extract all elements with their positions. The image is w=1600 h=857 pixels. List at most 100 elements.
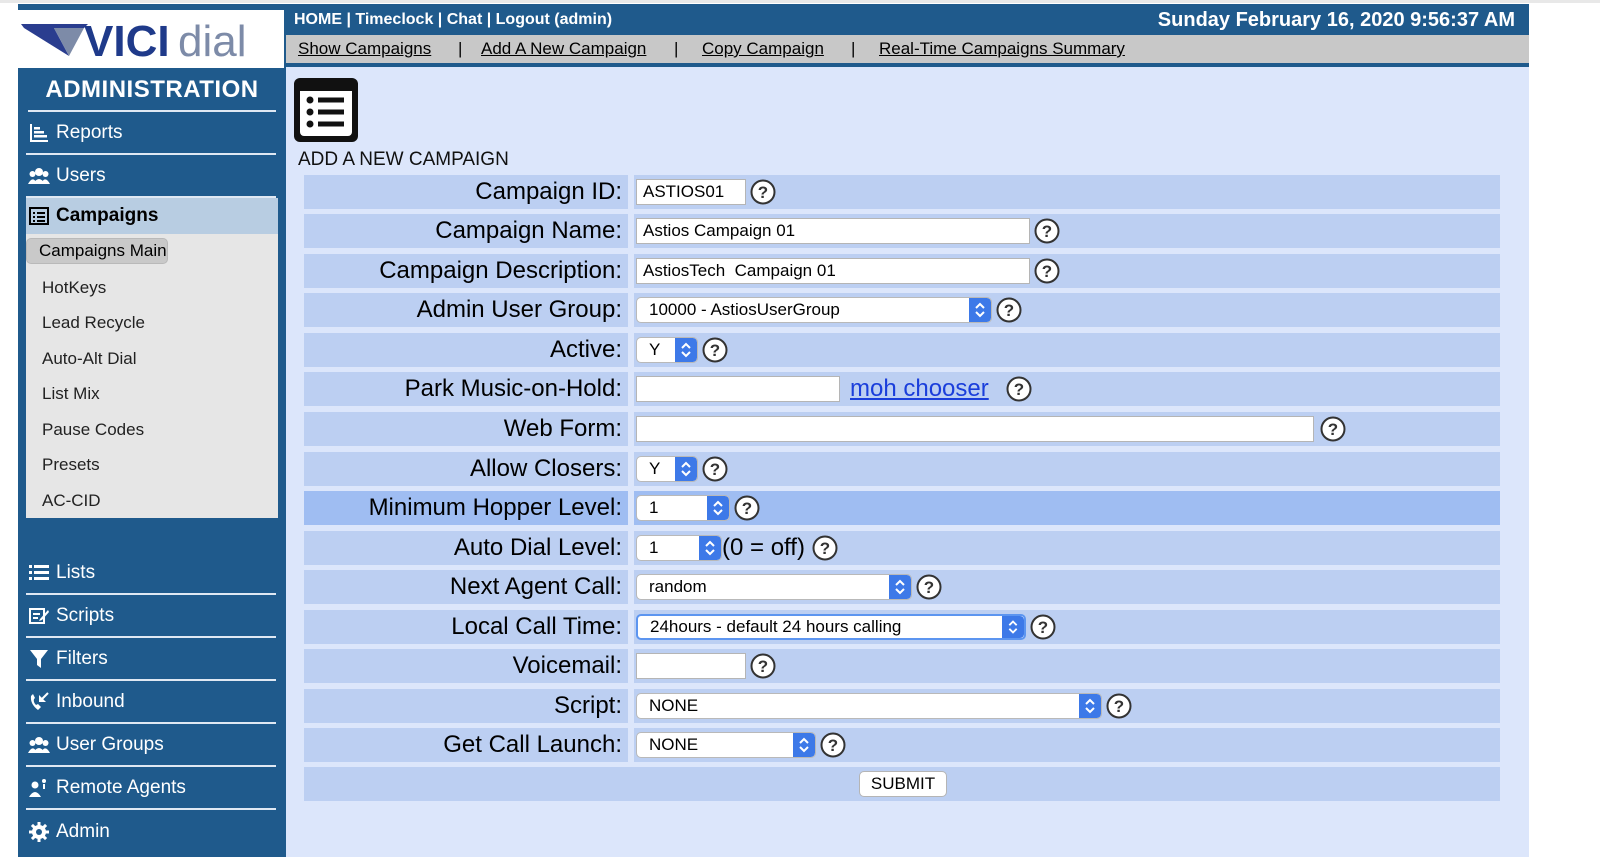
- admin-user-group-row: Admin User Group: 10000 - AstiosUserGrou…: [304, 293, 1500, 327]
- top-bar: HOME | Timeclock | Chat | Logout (admin)…: [286, 4, 1529, 35]
- min-hopper-row: Minimum Hopper Level: 1 ?: [304, 491, 1500, 525]
- submenu-item-auto-alt-dial[interactable]: Auto-Alt Dial: [26, 341, 278, 377]
- submit-button[interactable]: SUBMIT: [859, 771, 947, 797]
- help-icon[interactable]: ?: [1006, 376, 1032, 402]
- help-icon[interactable]: ?: [1320, 416, 1346, 442]
- submenu-item-list-mix[interactable]: List Mix: [26, 376, 278, 412]
- sidebar-item-label: Scripts: [56, 604, 115, 626]
- timeclock-link[interactable]: Timeclock: [355, 11, 433, 28]
- realtime-summary-link[interactable]: Real-Time Campaigns Summary: [879, 39, 1125, 59]
- allow-closers-value: Y: [649, 459, 661, 478]
- sidebar-item-users[interactable]: Users: [26, 155, 276, 198]
- sidebar-item-filters[interactable]: Filters: [26, 638, 276, 681]
- separator: |: [458, 39, 463, 58]
- svg-text:?: ?: [742, 499, 752, 518]
- sidebar-item-campaigns[interactable]: Campaigns: [26, 198, 278, 234]
- submenu-item-pause-codes[interactable]: Pause Codes: [26, 412, 278, 448]
- help-icon[interactable]: ?: [1034, 218, 1060, 244]
- svg-text:?: ?: [1004, 301, 1014, 320]
- svg-text:VICI: VICI: [84, 17, 170, 66]
- help-icon[interactable]: ?: [820, 732, 846, 758]
- script-select[interactable]: NONE: [636, 693, 1102, 719]
- help-icon[interactable]: ?: [916, 574, 942, 600]
- list-box-icon: [28, 205, 50, 227]
- min-hopper-select[interactable]: 1: [636, 495, 730, 521]
- svg-text:?: ?: [924, 578, 934, 597]
- moh-chooser-link[interactable]: moh chooser: [850, 372, 989, 406]
- next-agent-call-value: random: [649, 577, 707, 596]
- help-icon[interactable]: ?: [1030, 614, 1056, 640]
- local-call-time-select[interactable]: 24hours - default 24 hours calling: [636, 614, 1026, 640]
- submenu-item-presets[interactable]: Presets: [26, 447, 278, 483]
- copy-campaign-link[interactable]: Copy Campaign: [702, 39, 824, 59]
- svg-text:?: ?: [710, 341, 720, 360]
- logout-link[interactable]: Logout (admin): [496, 11, 612, 28]
- separator: |: [433, 11, 447, 28]
- vicidial-logo[interactable]: VICI dial: [18, 10, 284, 68]
- admin-user-group-select[interactable]: 10000 - AstiosUserGroup: [636, 297, 992, 323]
- separator: |: [342, 11, 356, 28]
- sidebar-item-label: Remote Agents: [56, 776, 186, 798]
- submenu-item-lead-recycle[interactable]: Lead Recycle: [26, 305, 278, 341]
- sidebar-item-reports[interactable]: Reports: [26, 112, 276, 155]
- chevron-updown-icon: [793, 733, 815, 757]
- campaign-description-input[interactable]: [636, 258, 1030, 284]
- park-moh-input[interactable]: [636, 376, 840, 402]
- sidebar-item-user-groups[interactable]: User Groups: [26, 724, 276, 767]
- submenu-item-ac-cid[interactable]: AC-CID: [26, 483, 278, 519]
- local-call-time-row: Local Call Time: 24hours - default 24 ho…: [304, 610, 1500, 644]
- active-row: Active: Y ?: [304, 333, 1500, 367]
- sidebar-item-remote-agents[interactable]: Remote Agents: [26, 767, 276, 810]
- svg-text:dial: dial: [178, 17, 247, 66]
- chat-link[interactable]: Chat: [447, 11, 483, 28]
- auto-dial-select[interactable]: 1: [636, 535, 722, 561]
- allow-closers-select[interactable]: Y: [636, 456, 698, 482]
- next-agent-call-select[interactable]: random: [636, 574, 912, 600]
- separator: |: [674, 39, 679, 58]
- allow-closers-row: Allow Closers: Y ?: [304, 452, 1500, 486]
- chevron-updown-icon: [675, 338, 697, 362]
- help-icon[interactable]: ?: [734, 495, 760, 521]
- sidebar-item-inbound[interactable]: Inbound: [26, 681, 276, 724]
- get-call-launch-select[interactable]: NONE: [636, 732, 816, 758]
- get-call-launch-label: Get Call Launch:: [304, 728, 628, 762]
- submenu-item-hotkeys[interactable]: HotKeys: [26, 270, 278, 306]
- help-icon[interactable]: ?: [702, 456, 728, 482]
- lines-icon: [28, 562, 50, 584]
- sidebar-item-lists[interactable]: Lists: [26, 552, 276, 595]
- svg-text:?: ?: [828, 736, 838, 755]
- campaign-subnav: Show Campaigns | Add A New Campaign | Co…: [286, 35, 1529, 63]
- help-icon[interactable]: ?: [750, 653, 776, 679]
- submenu-item-campaigns-main[interactable]: Campaigns Main: [26, 238, 168, 264]
- separator: |: [482, 11, 496, 28]
- web-form-input[interactable]: [636, 416, 1314, 442]
- help-icon[interactable]: ?: [1034, 258, 1060, 284]
- help-icon[interactable]: ?: [750, 179, 776, 205]
- campaign-id-input[interactable]: [636, 179, 746, 205]
- edit-icon: [28, 605, 50, 627]
- add-new-campaign-link[interactable]: Add A New Campaign: [481, 39, 646, 59]
- voicemail-input[interactable]: [636, 653, 746, 679]
- home-link[interactable]: HOME: [294, 11, 342, 28]
- remote-agent-icon: [28, 777, 50, 799]
- help-icon[interactable]: ?: [812, 535, 838, 561]
- campaign-name-input[interactable]: [636, 218, 1030, 244]
- sidebar-item-label: Admin: [56, 820, 110, 842]
- local-call-time-label: Local Call Time:: [304, 610, 628, 644]
- sidebar-item-admin[interactable]: Admin: [26, 810, 276, 853]
- admin-user-group-label: Admin User Group:: [304, 293, 628, 327]
- sidebar-item-label: Lists: [56, 561, 96, 583]
- sidebar-item-scripts[interactable]: Scripts: [26, 595, 276, 638]
- help-icon[interactable]: ?: [1106, 693, 1132, 719]
- allow-closers-label: Allow Closers:: [304, 452, 628, 486]
- active-select[interactable]: Y: [636, 337, 698, 363]
- show-campaigns-link[interactable]: Show Campaigns: [298, 39, 431, 59]
- svg-text:?: ?: [710, 460, 720, 479]
- gear-icon: [28, 821, 50, 843]
- next-agent-call-row: Next Agent Call: random ?: [304, 570, 1500, 604]
- svg-text:?: ?: [758, 657, 768, 676]
- users-icon: [28, 734, 50, 756]
- help-icon[interactable]: ?: [996, 297, 1022, 323]
- help-icon[interactable]: ?: [702, 337, 728, 363]
- active-value: Y: [649, 340, 661, 359]
